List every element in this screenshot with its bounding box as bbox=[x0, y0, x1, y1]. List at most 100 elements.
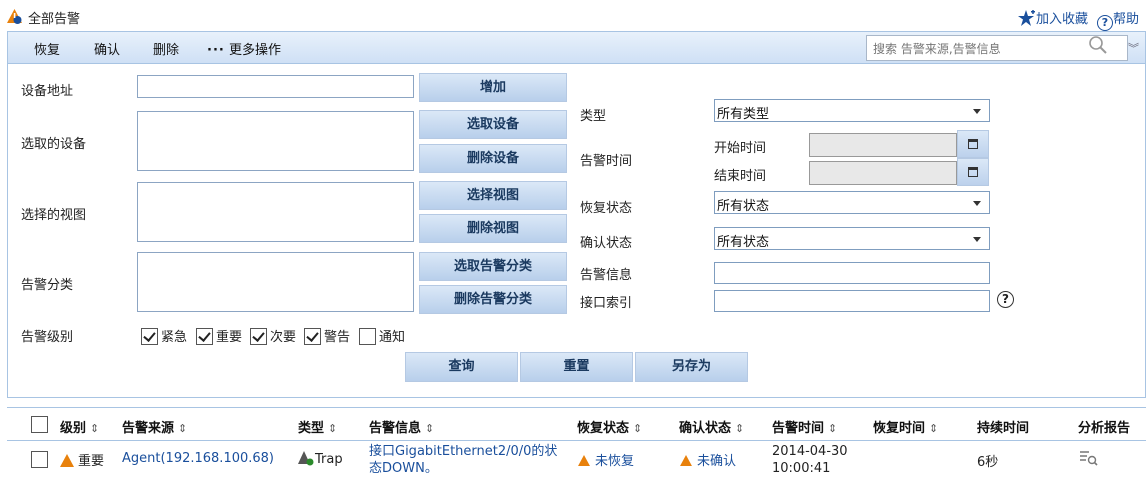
col-restore-label: 恢复状态 bbox=[577, 421, 630, 436]
alarm-time-cell: 2014-04-30 10:00:41 bbox=[772, 443, 848, 477]
restore-status-select[interactable]: 所有状态 bbox=[714, 191, 990, 214]
col-time[interactable]: 告警时间 ⇕ bbox=[772, 417, 837, 436]
checkbox[interactable] bbox=[141, 328, 158, 345]
col-level-label: 级别 bbox=[60, 421, 87, 436]
help-icon: ? bbox=[1097, 15, 1113, 31]
start-time-input[interactable] bbox=[809, 133, 957, 157]
level-minor-checkbox[interactable]: 次要 bbox=[250, 326, 296, 345]
selected-devices-label: 选取的设备 bbox=[21, 137, 87, 152]
col-level[interactable]: 级别 ⇕ bbox=[60, 417, 99, 436]
end-time-input[interactable] bbox=[809, 161, 957, 185]
alarm-info-line2: 态DOWN。 bbox=[369, 461, 438, 476]
col-type[interactable]: 类型 ⇕ bbox=[298, 417, 337, 436]
checkbox[interactable] bbox=[250, 328, 267, 345]
alarm-info-input[interactable] bbox=[714, 262, 990, 284]
checkbox[interactable] bbox=[196, 328, 213, 345]
level-major-checkbox[interactable]: 重要 bbox=[196, 326, 242, 345]
dropdown-arrow-icon bbox=[973, 201, 981, 206]
search-input[interactable] bbox=[873, 42, 1093, 56]
type-label: 类型 bbox=[580, 109, 607, 124]
select-device-button[interactable]: 选取设备 bbox=[419, 110, 567, 139]
warning-icon bbox=[60, 454, 74, 467]
start-calendar-button[interactable] bbox=[957, 130, 989, 158]
restore-status-value: 未恢复 bbox=[595, 454, 635, 469]
delete-device-button[interactable]: 删除设备 bbox=[419, 144, 567, 173]
table-row[interactable]: 重要 Agent(192.168.100.68) Trap 接口GigabitE… bbox=[7, 441, 1146, 480]
duration-cell: 6秒 bbox=[977, 455, 999, 470]
col-confirm[interactable]: 确认状态 ⇕ bbox=[679, 417, 744, 436]
sort-icon: ⇕ bbox=[90, 422, 100, 435]
end-time-label: 结束时间 bbox=[714, 169, 767, 184]
sort-icon: ⇕ bbox=[328, 422, 338, 435]
select-view-button[interactable]: 选择视图 bbox=[419, 181, 567, 210]
col-confirm-label: 确认状态 bbox=[679, 421, 732, 436]
warning-icon bbox=[578, 454, 590, 467]
analysis-report-icon[interactable] bbox=[1079, 449, 1099, 467]
sort-icon: ⇕ bbox=[633, 422, 643, 435]
type-select-value: 所有类型 bbox=[717, 107, 770, 122]
col-source[interactable]: 告警来源 ⇕ bbox=[122, 417, 187, 436]
select-category-button[interactable]: 选取告警分类 bbox=[419, 252, 567, 281]
alarm-time-label: 告警时间 bbox=[580, 154, 633, 169]
confirm-status-value: 未确认 bbox=[697, 454, 737, 469]
delete-view-button[interactable]: 删除视图 bbox=[419, 214, 567, 243]
source-link[interactable]: Agent(192.168.100.68) bbox=[122, 451, 274, 466]
alarm-date: 2014-04-30 bbox=[772, 444, 848, 459]
selected-views-list[interactable] bbox=[137, 182, 414, 242]
confirm-button[interactable]: 确认 bbox=[94, 39, 120, 58]
delete-button[interactable]: 删除 bbox=[153, 39, 179, 58]
search-icon[interactable] bbox=[1088, 35, 1108, 55]
level-value: 重要 bbox=[78, 454, 105, 469]
add-button[interactable]: 增加 bbox=[419, 73, 567, 102]
help-icon[interactable]: ? bbox=[997, 291, 1014, 308]
alarm-info-line1: 接口GigabitEthernet2/0/0的状 bbox=[369, 444, 558, 459]
page-title: 全部告警 bbox=[28, 12, 81, 27]
interface-index-input[interactable] bbox=[714, 290, 990, 312]
star-icon bbox=[1018, 10, 1035, 26]
more-actions-button[interactable]: ··· 更多操作 bbox=[207, 39, 281, 58]
device-address-label: 设备地址 bbox=[21, 84, 74, 99]
level-urgent-label: 紧急 bbox=[161, 330, 188, 345]
col-info-label: 告警信息 bbox=[369, 421, 422, 436]
level-urgent-checkbox[interactable]: 紧急 bbox=[141, 326, 187, 345]
dropdown-arrow-icon bbox=[973, 109, 981, 114]
title-bar: 全部告警 加入收藏 ? 帮助 bbox=[0, 0, 1146, 32]
device-address-input[interactable] bbox=[137, 75, 414, 98]
end-calendar-button[interactable] bbox=[957, 158, 989, 186]
checkbox[interactable] bbox=[304, 328, 321, 345]
table-header: 级别 ⇕ 告警来源 ⇕ 类型 ⇕ 告警信息 ⇕ 恢复状态 ⇕ 确认状态 ⇕ 告警时间 ⇕ 恢复… bbox=[7, 407, 1146, 441]
type-cell: Trap bbox=[297, 450, 343, 467]
level-warning-checkbox[interactable]: 警告 bbox=[304, 326, 350, 345]
checkbox[interactable] bbox=[359, 328, 376, 345]
reset-button[interactable]: 重置 bbox=[520, 352, 633, 382]
selected-devices-list[interactable] bbox=[137, 111, 414, 171]
alarm-info-link[interactable]: 接口GigabitEthernet2/0/0的状 态DOWN。 bbox=[369, 443, 557, 477]
alarm-category-list[interactable] bbox=[137, 252, 414, 312]
sort-icon: ⇕ bbox=[178, 422, 188, 435]
restore-status-link[interactable]: 未恢复 bbox=[577, 450, 634, 469]
confirm-status-link[interactable]: 未确认 bbox=[679, 450, 736, 469]
query-button[interactable]: 查询 bbox=[405, 352, 518, 382]
interface-index-label: 接口索引 bbox=[580, 296, 633, 311]
select-all-checkbox[interactable] bbox=[31, 416, 48, 433]
restore-button[interactable]: 恢复 bbox=[34, 39, 60, 58]
dots-icon: ··· bbox=[207, 43, 225, 58]
help-link[interactable]: ? 帮助 bbox=[1097, 8, 1139, 31]
col-restore[interactable]: 恢复状态 ⇕ bbox=[577, 417, 642, 436]
level-minor-label: 次要 bbox=[270, 330, 297, 345]
level-warning-label: 警告 bbox=[324, 330, 351, 345]
trap-icon bbox=[298, 451, 314, 466]
save-as-button[interactable]: 另存为 bbox=[635, 352, 748, 382]
col-info[interactable]: 告警信息 ⇕ bbox=[369, 417, 434, 436]
chevron-down-icon[interactable]: ︾ bbox=[1128, 40, 1139, 56]
col-restore-time[interactable]: 恢复时间 ⇕ bbox=[873, 417, 938, 436]
level-notice-checkbox[interactable]: 通知 bbox=[359, 326, 405, 345]
confirm-status-select[interactable]: 所有状态 bbox=[714, 227, 990, 250]
type-select[interactable]: 所有类型 bbox=[714, 99, 990, 122]
add-favorite-link[interactable]: 加入收藏 bbox=[1018, 8, 1088, 27]
toolbar: 恢复 确认 删除 ··· 更多操作 bbox=[7, 31, 1146, 64]
calendar-icon bbox=[968, 167, 978, 177]
row-checkbox[interactable] bbox=[31, 451, 48, 468]
delete-category-button[interactable]: 删除告警分类 bbox=[419, 285, 567, 314]
level-cell: 重要 bbox=[60, 450, 104, 469]
